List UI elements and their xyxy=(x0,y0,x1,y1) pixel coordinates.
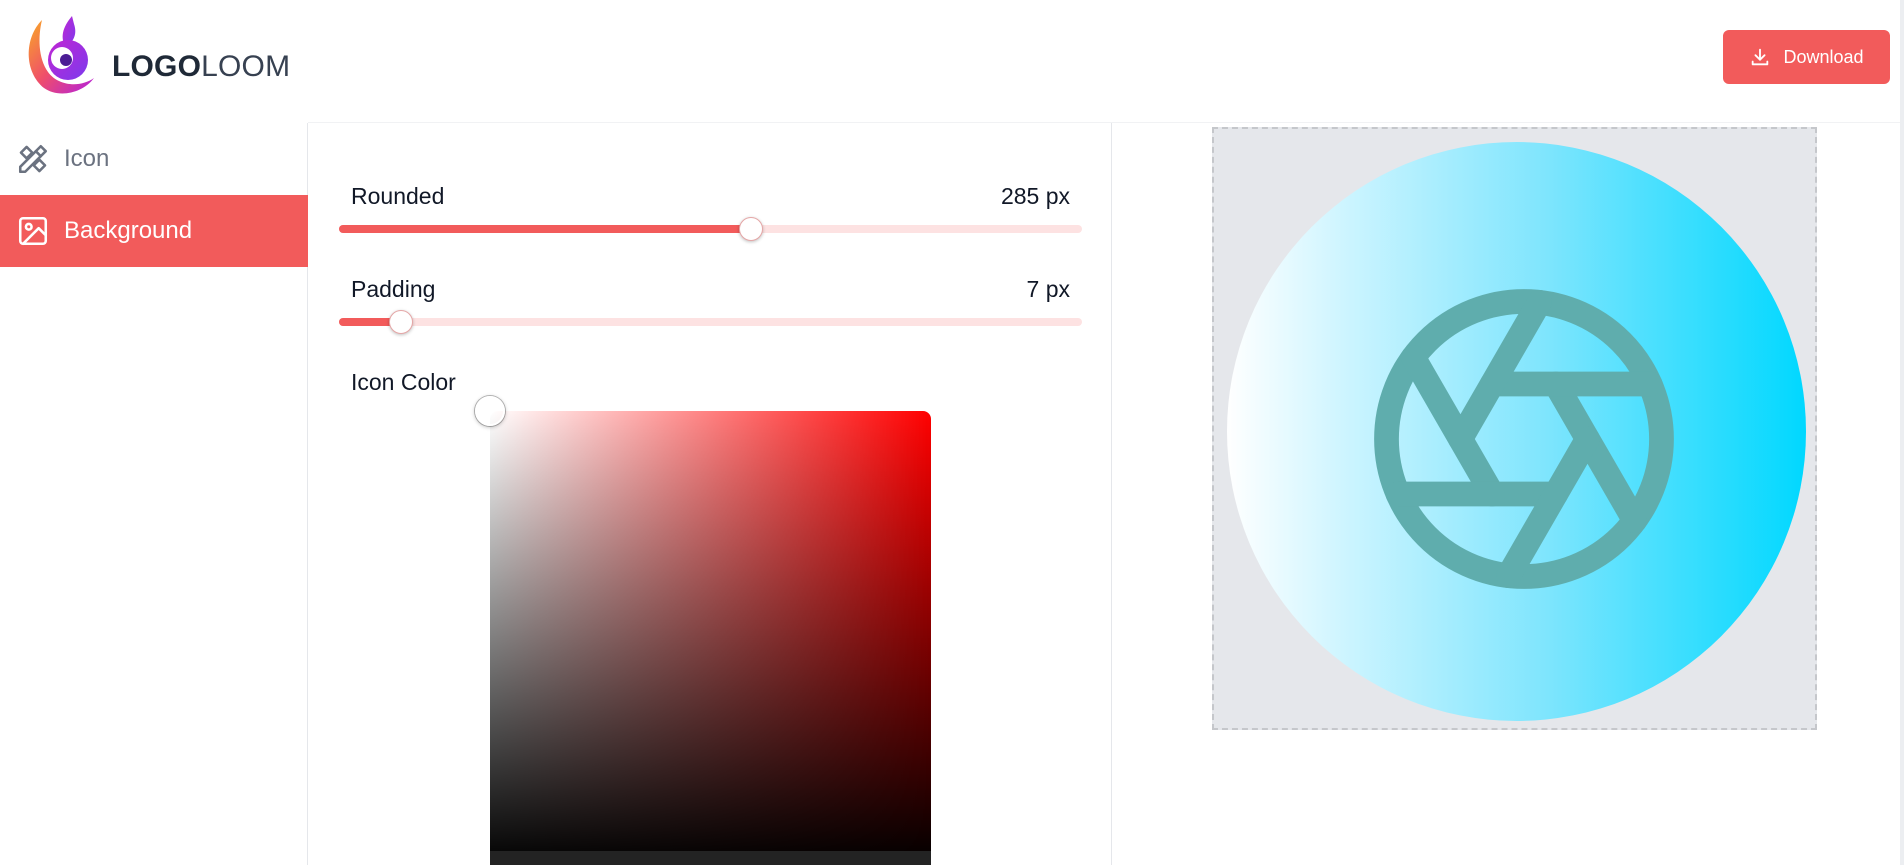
logo-preview-canvas xyxy=(1212,127,1817,730)
padding-label: Padding xyxy=(351,276,436,302)
padding-slider[interactable] xyxy=(339,310,1082,334)
color-picker-saturation-area[interactable] xyxy=(490,411,931,865)
preview-background-circle xyxy=(1227,142,1806,721)
padding-slider-thumb[interactable] xyxy=(388,310,413,334)
rounded-label: Rounded xyxy=(351,183,445,209)
app-header: LOGOLOOM Download xyxy=(0,0,1904,123)
color-picker-thumb[interactable] xyxy=(475,396,505,426)
logoloom-logo-icon xyxy=(28,16,94,94)
brand-name: LOGOLOOM xyxy=(112,50,290,84)
page-scrollbar[interactable] xyxy=(1900,0,1904,865)
image-icon xyxy=(18,216,48,246)
brand-name-bold: LOGO xyxy=(112,50,202,83)
padding-value: 7 px xyxy=(1026,276,1070,302)
rounded-value: 285 px xyxy=(1000,183,1070,209)
color-picker-hue-strip[interactable] xyxy=(490,851,931,865)
sidebar-item-background[interactable]: Background xyxy=(0,195,308,267)
download-button-label: Download xyxy=(1783,46,1864,67)
rounded-slider-fill xyxy=(339,225,752,233)
sidebar-item-icon[interactable]: Icon xyxy=(0,123,308,195)
download-icon xyxy=(1752,48,1769,66)
aperture-icon xyxy=(1374,289,1674,589)
sidebar: Icon Background xyxy=(0,123,308,865)
sidebar-item-label: Background xyxy=(64,217,193,244)
pencil-ruler-icon xyxy=(18,144,48,174)
sidebar-item-label: Icon xyxy=(64,145,110,172)
color-picker-value-gradient xyxy=(490,411,931,865)
download-button[interactable]: Download xyxy=(1723,30,1890,84)
brand-name-light: LOOM xyxy=(201,50,291,83)
rounded-slider[interactable] xyxy=(339,217,1082,241)
icon-color-label: Icon Color xyxy=(351,369,456,395)
